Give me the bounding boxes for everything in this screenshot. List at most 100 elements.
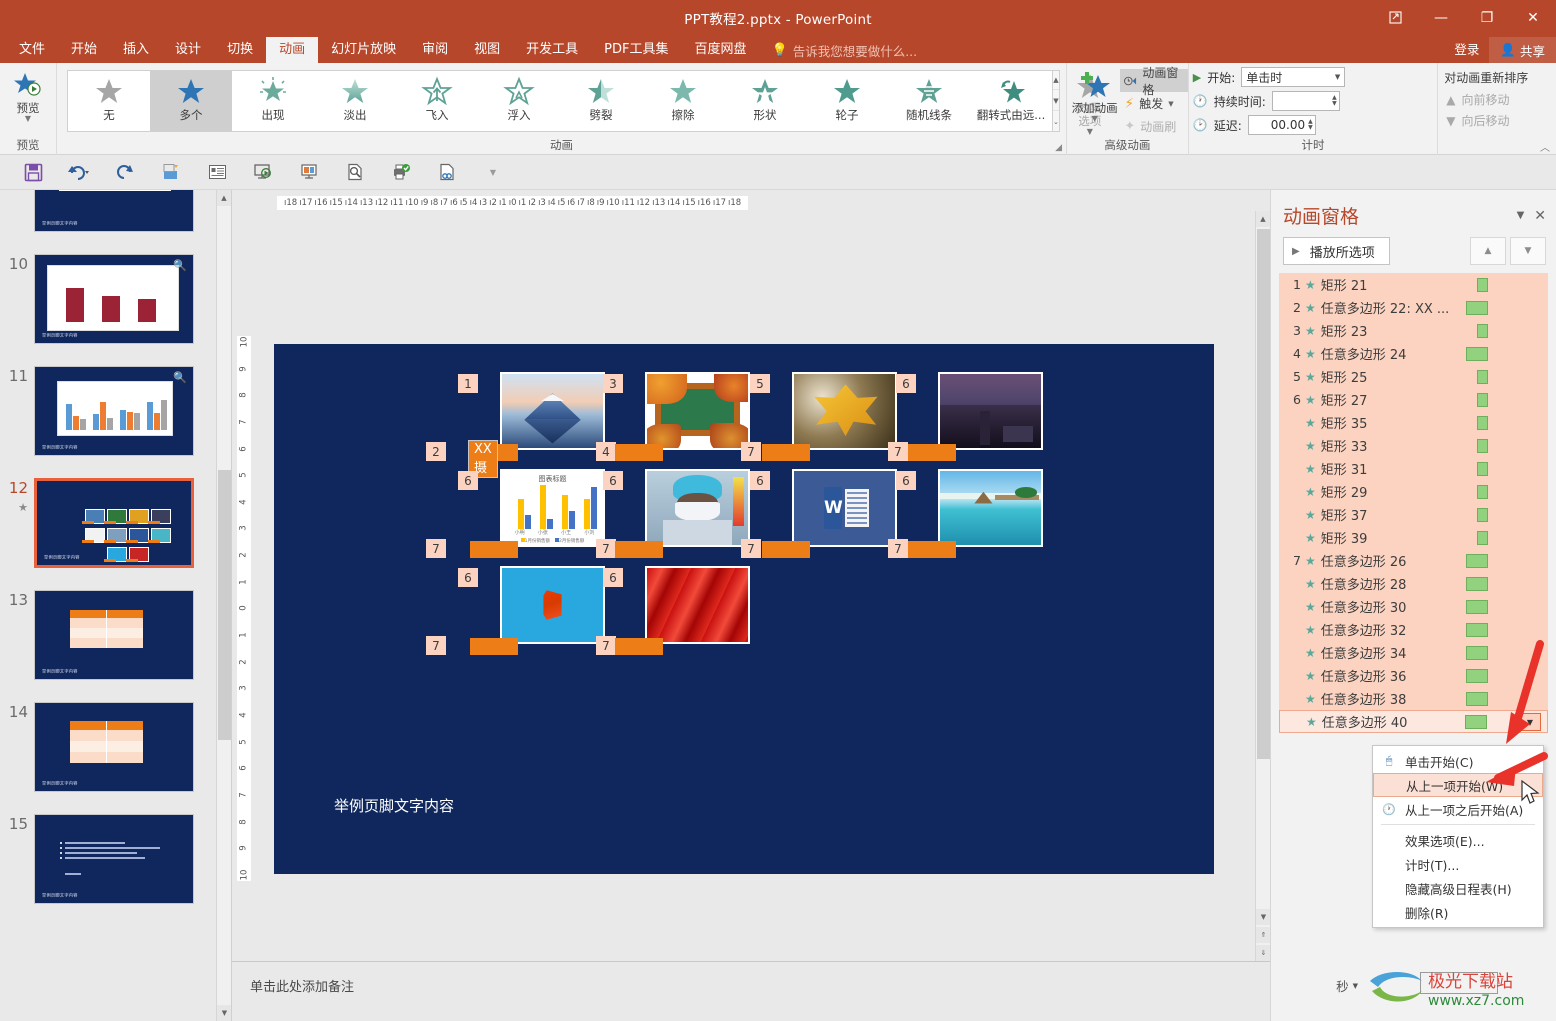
thumbnail-scroll-thumb[interactable] [218,470,231,740]
animation-item-17[interactable]: ★ 任意多边形 36 [1279,664,1548,687]
animation-timeline-bar[interactable] [1477,415,1488,430]
animation-effect-7[interactable]: 擦除 [642,71,724,131]
animation-item-15[interactable]: ★ 任意多边形 32 [1279,618,1548,641]
slideshow-icon[interactable] [286,157,332,187]
animation-timeline-bar[interactable] [1466,691,1488,706]
chevron-down-icon[interactable]: ▼ [1092,115,1098,123]
context-menu-item-0[interactable]: 🖱 单击开始(C) [1373,749,1543,773]
animation-badge-left[interactable]: 6 [896,374,916,393]
export-pdf-icon[interactable] [424,157,470,187]
move-earlier-button[interactable]: ▲ 向前移动 [1438,89,1517,110]
new-slide-icon[interactable] [194,157,240,187]
orange-bar-shape[interactable] [615,638,663,655]
animation-effect-6[interactable]: 劈裂 [560,71,642,131]
picture-city-night[interactable] [938,372,1043,450]
animation-item-9[interactable]: ★ 矩形 29 [1279,480,1548,503]
animation-badge-right[interactable]: 7 [741,442,761,461]
animation-dialog-launcher[interactable]: ◢ [1055,143,1062,153]
animation-item-5[interactable]: 6 ★ 矩形 27 [1279,388,1548,411]
animation-badge-right[interactable]: 7 [596,636,616,655]
ribbon-tab-6[interactable]: 幻灯片放映 [318,37,409,63]
animation-effect-1[interactable]: 多个 [150,71,232,131]
chevron-down-icon[interactable]: ▼ [1517,210,1525,221]
vertical-ruler[interactable]: 10 9 8 7 6 5 4 3 2 1 0 1 2 3 4 5 6 7 8 9 10 [237,336,251,881]
slide-thumbnail-11[interactable]: 11 🔍 举例页脚文字内容 [6,366,231,456]
chevron-down-icon[interactable]: ▼ [1168,100,1173,108]
animation-item-4[interactable]: 5 ★ 矩形 25 [1279,365,1548,388]
slide-thumbnail-14[interactable]: 14 举例页脚文字内容 [6,702,231,792]
animation-item-11[interactable]: ★ 矩形 39 [1279,526,1548,549]
animation-timeline-bar[interactable] [1466,576,1488,591]
duration-spinner[interactable]: ▲ ▼ [1332,95,1337,107]
context-menu-item-4[interactable]: 计时(T)... [1373,852,1543,876]
animation-timeline-bar[interactable] [1466,668,1488,683]
preview-button[interactable]: 预览 ▼ [0,67,56,123]
ribbon-tab-8[interactable]: 视图 [461,37,513,63]
animation-badge-left[interactable]: 6 [458,568,478,587]
thumbnail-image[interactable]: 举例页脚文字内容 [34,590,194,680]
start-from-beginning-icon[interactable] [148,157,194,187]
orange-bar-shape[interactable] [615,541,663,558]
slide-thumbnail-13[interactable]: 13 举例页脚文字内容 [6,590,231,680]
scroll-down-icon[interactable]: ▼ [217,1005,231,1021]
animation-timeline-bar[interactable] [1477,438,1488,453]
thumbnail-image[interactable]: 🔍 举例页脚文字内容 [34,366,194,456]
animation-effect-9[interactable]: 轮子 [806,71,888,131]
play-selected-button[interactable]: ▶ 播放所选项 [1283,237,1390,265]
thumbnail-image[interactable]: 举例页脚文字内容 [34,190,194,232]
picture-red-silk[interactable] [645,566,750,644]
sign-in-link[interactable]: 登录 [1444,37,1489,63]
animation-item-18[interactable]: ★ 任意多边形 38 [1279,687,1548,710]
animation-timeline-bar[interactable] [1477,323,1488,338]
tell-me-box[interactable]: 💡 告诉我您想要做什么... [772,37,918,63]
slide-footer-text[interactable]: 举例页脚文字内容 [334,795,454,816]
animation-effect-5[interactable]: 浮入 [478,71,560,131]
orange-bar-shape[interactable] [470,638,518,655]
ribbon-tab-9[interactable]: 开发工具 [513,37,591,63]
animation-badge-left[interactable]: 3 [603,374,623,393]
chevron-down-icon[interactable]: ▼ [1335,73,1340,81]
undo-icon[interactable] [56,157,102,187]
animation-pane-toggle[interactable]: 动画窗格 [1120,66,1188,97]
animation-item-8[interactable]: ★ 矩形 31 [1279,457,1548,480]
animation-badge-left[interactable]: 6 [896,471,916,490]
share-button[interactable]: 👤 共享 [1489,37,1556,63]
animation-item-2[interactable]: 3 ★ 矩形 23 [1279,319,1548,342]
animation-badge-right[interactable]: 7 [888,539,908,558]
animation-badge-right[interactable]: 7 [596,539,616,558]
orange-bar-shape[interactable] [908,444,956,461]
slide-vertical-scrollbar[interactable]: ▲ ▼ ⇑ ⇓ [1255,211,1270,961]
trigger-button[interactable]: ⚡ 触发 ▼ [1120,92,1187,115]
gallery-scroll-down-icon[interactable]: ▼ [1053,92,1059,111]
notes-pane[interactable]: 单击此处添加备注 [232,961,1270,1021]
orange-bar-shape[interactable] [615,444,663,461]
slide-thumbnail-9[interactable]: 9举例页脚文字内容 [6,190,231,232]
seconds-dropdown[interactable]: 秒 ▼ [1336,976,1358,995]
scroll-up-icon[interactable]: ▲ [217,190,231,206]
picture-autumn-blackboard[interactable] [645,372,750,450]
picture-doctor-mask[interactable] [645,469,750,547]
animation-badge-left[interactable]: 6 [750,471,770,490]
picture-beach-resort[interactable] [938,469,1043,547]
animation-badge-left[interactable]: 6 [458,471,478,490]
animation-timeline-bar[interactable] [1477,277,1488,292]
slide-thumbnail-15[interactable]: 15 举例页脚文字内容 [6,814,231,904]
ribbon-tab-4[interactable]: 切换 [214,37,266,63]
close-button[interactable]: ✕ [1510,0,1556,35]
animation-timeline-bar[interactable] [1466,645,1488,660]
animation-timeline-bar[interactable] [1466,599,1488,614]
animation-effect-8[interactable]: 形状 [724,71,806,131]
context-menu-item-3[interactable]: 效果选项(E)... [1373,828,1543,852]
add-animation-button[interactable]: 添加动画 ▼ [1069,67,1120,123]
orange-bar-shape[interactable] [908,541,956,558]
thumbnail-image[interactable]: 举例页脚文字内容 [34,478,194,568]
animation-timeline-bar[interactable] [1466,300,1488,315]
animation-effect-10[interactable]: 随机线条 [888,71,970,131]
horizontal-ruler[interactable]: ı18 ı17 ı16 ı15 ı14 ı13 ı12 ı11 ı10 ı9 ı… [232,195,1270,211]
animation-item-6[interactable]: ★ 矩形 35 [1279,411,1548,434]
context-menu-item-5[interactable]: 隐藏高级日程表(H) [1373,876,1543,900]
picture-yellow-leaf[interactable] [792,372,897,450]
ribbon-tab-1[interactable]: 开始 [58,37,110,63]
animation-timeline-bar[interactable] [1477,369,1488,384]
animation-timeline-bar[interactable] [1477,507,1488,522]
